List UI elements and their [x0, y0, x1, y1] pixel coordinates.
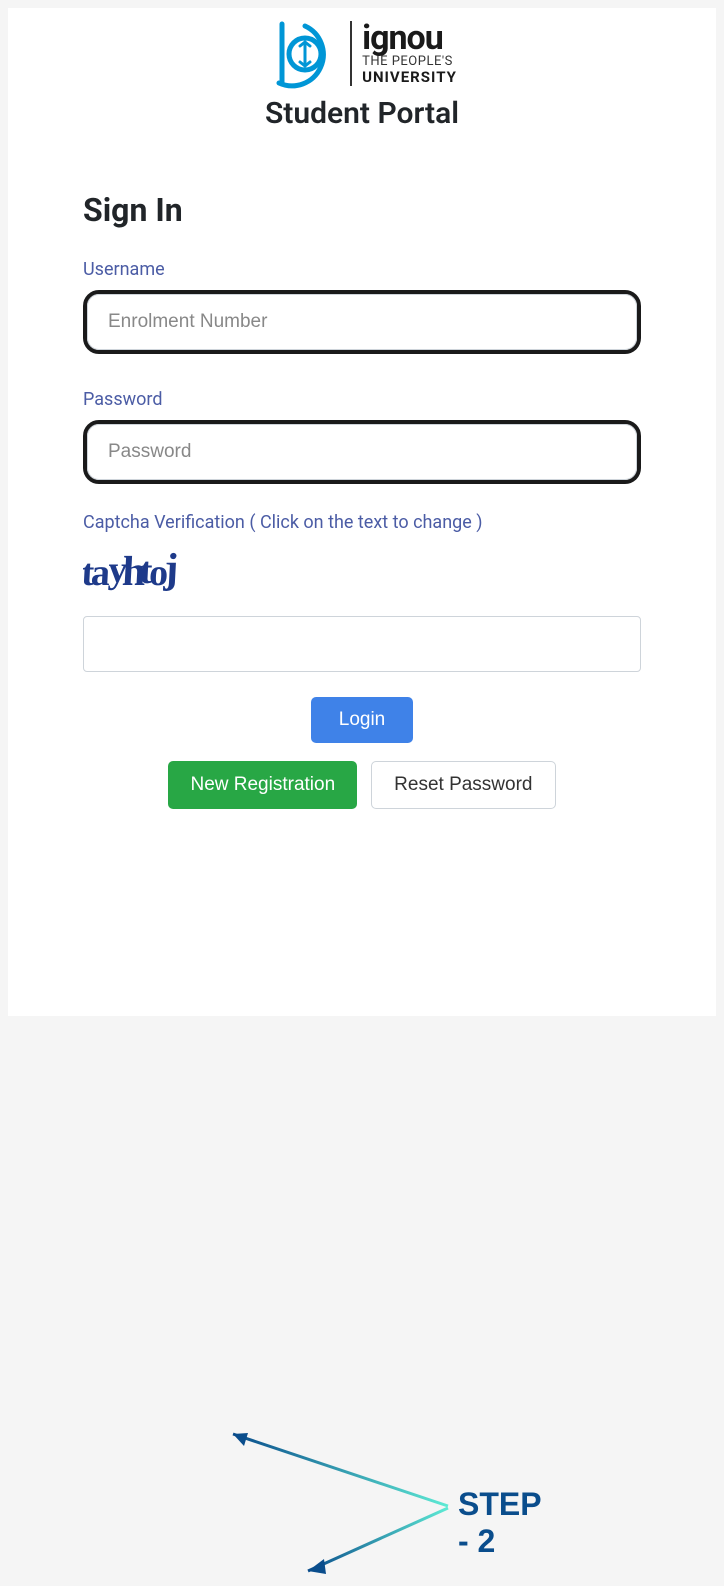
- new-registration-button[interactable]: New Registration: [168, 761, 357, 809]
- login-button-row: Login: [83, 697, 641, 743]
- username-label: Username: [83, 259, 641, 280]
- logo-wrapper: ignou THE PEOPLE'S UNIVERSITY: [267, 16, 457, 91]
- password-highlight-box: [83, 420, 641, 484]
- svg-text:tayhtoj: tayhtoj: [83, 546, 180, 595]
- password-label: Password: [83, 389, 641, 410]
- captcha-input[interactable]: [83, 616, 641, 672]
- password-input[interactable]: [87, 424, 637, 480]
- main-container: ignou THE PEOPLE'S UNIVERSITY Student Po…: [8, 8, 716, 1016]
- username-input[interactable]: [87, 294, 637, 350]
- secondary-button-row: New Registration Reset Password: [83, 761, 641, 809]
- logo-tagline-2: UNIVERSITY: [362, 69, 457, 86]
- logo-tagline-1: THE PEOPLE'S: [362, 55, 457, 69]
- login-button[interactable]: Login: [311, 697, 414, 743]
- annotation-arrows-icon: [208, 1416, 468, 1586]
- password-group: Password: [83, 389, 641, 484]
- logo-text-group: ignou THE PEOPLE'S UNIVERSITY: [350, 21, 457, 86]
- ignou-logo-icon: [267, 16, 342, 91]
- signin-form: Sign In Username Password Captcha Verifi…: [8, 191, 716, 809]
- signin-heading: Sign In: [83, 191, 641, 229]
- username-highlight-box: [83, 290, 641, 354]
- logo-section: ignou THE PEOPLE'S UNIVERSITY: [8, 8, 716, 91]
- reset-password-button[interactable]: Reset Password: [371, 761, 555, 809]
- username-group: Username: [83, 259, 641, 354]
- captcha-label: Captcha Verification ( Click on the text…: [83, 512, 641, 533]
- logo-brand-text: ignou: [362, 21, 457, 55]
- captcha-image[interactable]: tayhtoj: [83, 545, 641, 604]
- step-annotation-label: STEP - 2: [458, 1486, 541, 1560]
- portal-title: Student Portal: [8, 96, 716, 131]
